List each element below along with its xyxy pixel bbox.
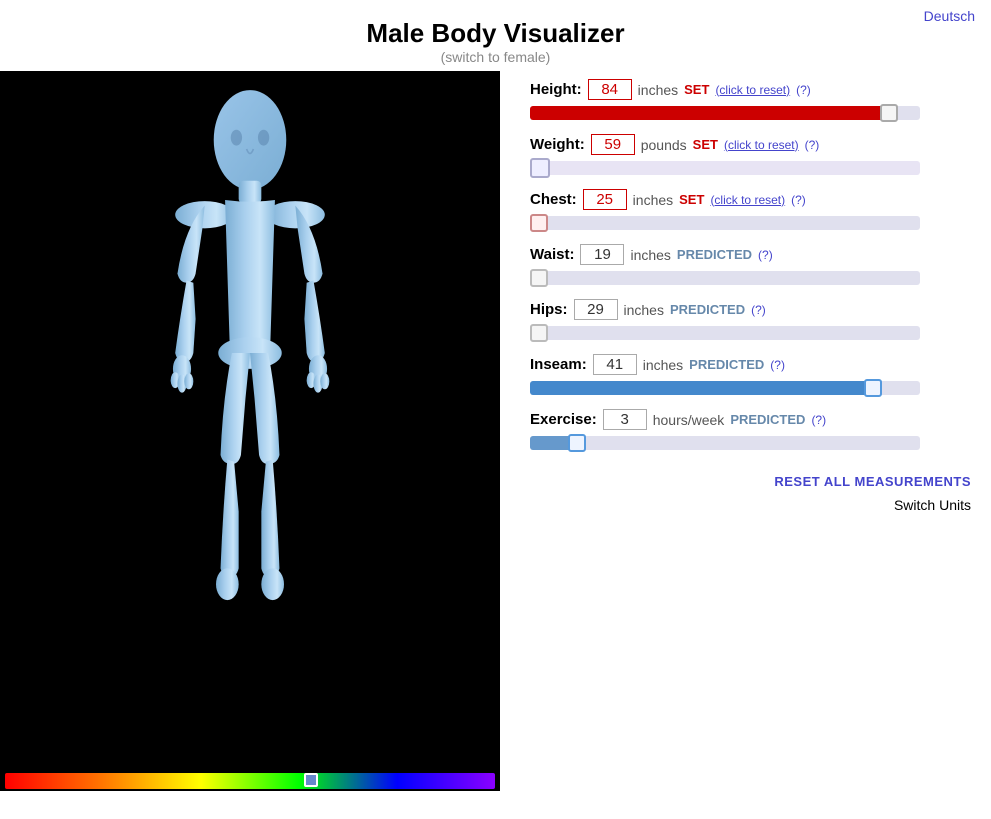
height-reset-link[interactable]: (click to reset) [715,83,790,97]
waist-slider[interactable] [530,271,920,285]
height-control: Height: inches SET (click to reset) (?) [530,79,971,120]
weight-control: Weight: pounds SET (click to reset) (?) [530,134,971,175]
chest-label: Chest: [530,191,577,208]
color-bar-container [0,771,500,791]
exercise-slider-thumb[interactable] [568,434,586,452]
inseam-status: PREDICTED [689,357,764,372]
inseam-slider-fill [530,381,873,395]
hips-slider[interactable] [530,326,920,340]
waist-unit: inches [630,247,670,263]
language-link[interactable]: Deutsch [924,8,975,24]
hips-control: Hips: inches PREDICTED (?) [530,299,971,340]
switch-units-button[interactable]: Switch Units [894,497,971,513]
waist-control: Waist: inches PREDICTED (?) [530,244,971,285]
body-figure [0,71,500,771]
body-svg [80,81,420,761]
inseam-unit: inches [643,357,683,373]
height-unit: inches [638,82,678,98]
height-label: Height: [530,81,582,98]
height-slider[interactable] [530,106,920,120]
weight-reset-link[interactable]: (click to reset) [724,138,799,152]
weight-label: Weight: [530,136,585,153]
main-content: Height: inches SET (click to reset) (?) … [0,71,991,791]
exercise-control: Exercise: hours/week PREDICTED (?) [530,409,971,450]
exercise-unit: hours/week [653,412,725,428]
inseam-input[interactable] [593,354,637,375]
page-title: Male Body Visualizer [0,18,991,49]
page-header: Male Body Visualizer (switch to female) [0,0,991,65]
waist-label: Waist: [530,246,574,263]
height-input[interactable] [588,79,632,100]
controls-panel: Height: inches SET (click to reset) (?) … [500,71,991,791]
switch-to-female-link[interactable]: (switch to female) [441,49,551,65]
inseam-slider-thumb[interactable] [864,379,882,397]
weight-unit: pounds [641,137,687,153]
chest-slider-thumb[interactable] [530,214,548,232]
weight-slider[interactable] [530,161,920,175]
height-status: SET [684,82,709,97]
hips-unit: inches [624,302,664,318]
weight-input[interactable] [591,134,635,155]
waist-help-link[interactable]: (?) [758,248,773,262]
weight-help-link[interactable]: (?) [805,138,820,152]
inseam-help-link[interactable]: (?) [770,358,785,372]
hips-input[interactable] [574,299,618,320]
chest-slider[interactable] [530,216,920,230]
body-viewer [0,71,500,791]
chest-control: Chest: inches SET (click to reset) (?) [530,189,971,230]
inseam-slider[interactable] [530,381,920,395]
inseam-control: Inseam: inches PREDICTED (?) [530,354,971,395]
waist-slider-thumb[interactable] [530,269,548,287]
chest-input[interactable] [583,189,627,210]
weight-status: SET [693,137,718,152]
chest-help-link[interactable]: (?) [791,193,806,207]
exercise-input[interactable] [603,409,647,430]
height-help-link[interactable]: (?) [796,83,811,97]
hips-slider-thumb[interactable] [530,324,548,342]
inseam-label: Inseam: [530,356,587,373]
height-slider-fill [530,106,889,120]
height-slider-thumb[interactable] [880,104,898,122]
color-bar-thumb[interactable] [304,773,318,787]
exercise-label: Exercise: [530,411,597,428]
exercise-slider[interactable] [530,436,920,450]
hips-status: PREDICTED [670,302,745,317]
color-bar[interactable] [5,773,495,789]
waist-input[interactable] [580,244,624,265]
chest-reset-link[interactable]: (click to reset) [710,193,785,207]
hips-label: Hips: [530,301,568,318]
exercise-status: PREDICTED [730,412,805,427]
waist-status: PREDICTED [677,247,752,262]
chest-status: SET [679,192,704,207]
reset-all-button[interactable]: RESET ALL MEASUREMENTS [774,474,971,489]
hips-help-link[interactable]: (?) [751,303,766,317]
weight-slider-thumb[interactable] [530,158,550,178]
chest-unit: inches [633,192,673,208]
bottom-buttons: RESET ALL MEASUREMENTS Switch Units [530,474,971,513]
exercise-help-link[interactable]: (?) [811,413,826,427]
